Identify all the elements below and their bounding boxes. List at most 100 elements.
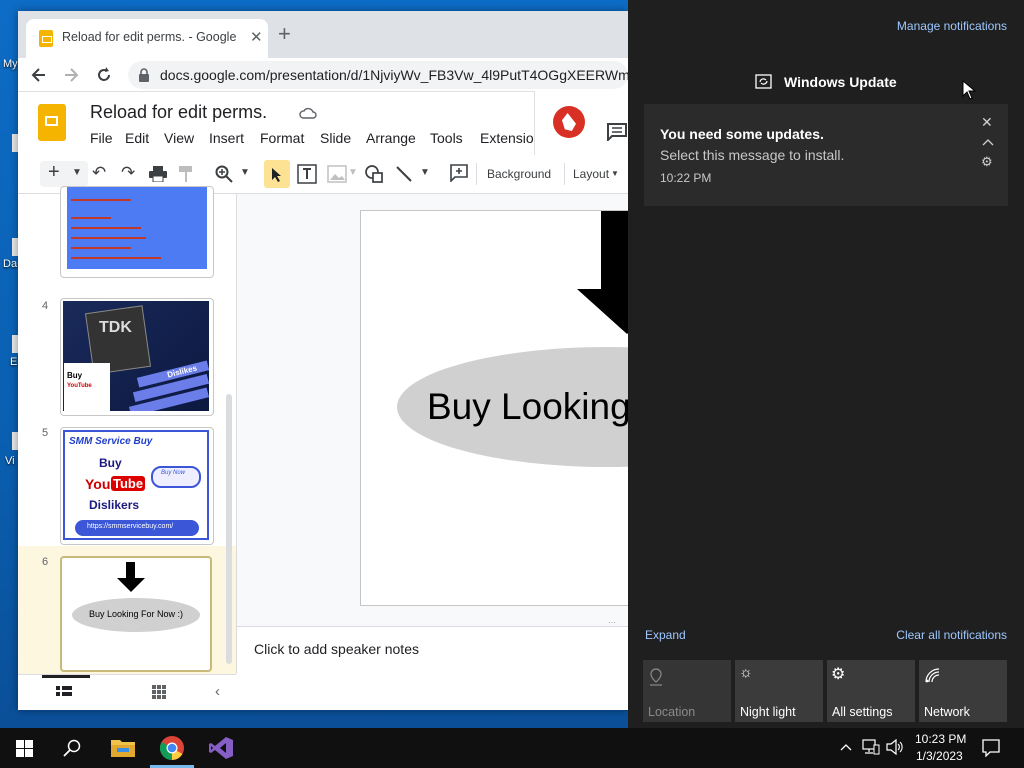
paint-format-icon[interactable] [178, 165, 194, 183]
background-button[interactable]: Background [487, 167, 551, 181]
back-icon[interactable] [30, 66, 48, 84]
image-dropdown-icon[interactable]: ▼ [348, 167, 358, 178]
collapse-panel-icon[interactable]: ‹ [215, 683, 220, 700]
chevron-down-icon: ▼ [72, 167, 82, 178]
menu-view[interactable]: View [164, 130, 194, 146]
lock-icon[interactable] [138, 68, 150, 82]
browser-toolbar: docs.google.com/presentation/d/1NjviyWv_… [18, 58, 628, 92]
gear-icon: ⚙ [831, 666, 846, 683]
new-slide-button[interactable]: + ▼ [40, 161, 88, 187]
clear-all-notifications-link[interactable]: Clear all notifications [896, 628, 1007, 642]
forward-icon[interactable] [62, 66, 80, 84]
desktop-icon-label[interactable]: My [3, 58, 18, 70]
slide-arrow-head [577, 289, 628, 334]
text-box-icon[interactable] [297, 164, 317, 184]
quick-action-location[interactable]: Location [643, 660, 731, 722]
clock-date[interactable]: 1/3/2023 [916, 749, 963, 763]
menu-edit[interactable]: Edit [125, 130, 149, 146]
slide-number: 5 [42, 427, 49, 439]
network-icon [925, 668, 940, 683]
volume-icon[interactable] [886, 739, 904, 755]
desktop-icon-label[interactable]: Vi [5, 455, 15, 467]
slide-thumbnail-6[interactable]: Buy Looking For Now :) [60, 556, 212, 672]
slide-main-text[interactable]: Buy Looking [427, 386, 628, 428]
reload-icon[interactable] [95, 66, 113, 84]
layout-button[interactable]: Layout [573, 167, 609, 181]
cloud-saved-icon[interactable] [299, 106, 317, 120]
print-icon[interactable] [149, 166, 167, 182]
slide-number: 6 [42, 556, 49, 568]
address-bar[interactable]: docs.google.com/presentation/d/1NjviyWv_… [128, 61, 628, 89]
menu-arrange[interactable]: Arrange [366, 130, 416, 146]
slide-3-preview [67, 187, 207, 269]
expand-quick-actions-link[interactable]: Expand [645, 628, 686, 642]
select-tool-button[interactable] [264, 160, 290, 188]
network-tray-icon[interactable] [862, 739, 880, 755]
notification-title: You need some updates. [660, 126, 824, 142]
menu-file[interactable]: File [90, 130, 113, 146]
speaker-notes-area[interactable]: Click to add speaker notes [237, 627, 628, 710]
tab-close-icon[interactable]: ✕ [250, 28, 263, 46]
collapse-notification-icon[interactable] [982, 138, 994, 146]
grid-view-icon[interactable] [152, 685, 166, 699]
slide-4-preview: TDK Buy YouTube Dislikes [63, 301, 209, 411]
mouse-cursor-icon [962, 80, 976, 100]
shape-icon[interactable] [364, 164, 384, 184]
action-center-panel: Manage notifications Windows Update You … [628, 0, 1024, 728]
slide-thumbnail-4[interactable]: TDK Buy YouTube Dislikes [60, 298, 214, 416]
menu-format[interactable]: Format [260, 130, 304, 146]
menu-slide[interactable]: Slide [320, 130, 351, 146]
filmstrip-view-icon[interactable] [56, 686, 72, 700]
add-comment-icon[interactable] [450, 164, 468, 182]
desktop-icon-label[interactable]: E [10, 356, 17, 368]
quick-action-all-settings[interactable]: ⚙ All settings [827, 660, 915, 722]
header-right-area [534, 91, 628, 155]
menu-insert[interactable]: Insert [209, 130, 244, 146]
slide-thumbnail-3[interactable] [60, 186, 214, 278]
slide-6-arrow-head [117, 578, 145, 592]
windows-start-icon[interactable] [16, 740, 33, 757]
desktop-icon-label[interactable]: Da [3, 258, 17, 270]
chrome-icon[interactable] [160, 736, 184, 760]
document-title[interactable]: Reload for edit perms. [90, 102, 267, 123]
action-center-icon[interactable] [982, 739, 1000, 757]
tab-title: Reload for edit perms. - Google Slides [62, 30, 237, 44]
quick-action-label: All settings [832, 705, 893, 719]
speaker-notes-placeholder: Click to add speaker notes [254, 641, 419, 657]
image-icon[interactable] [327, 165, 347, 183]
search-icon[interactable] [63, 739, 81, 757]
show-hidden-icons-chevron-up-icon[interactable] [840, 743, 852, 751]
slide-arrow-shaft [601, 211, 628, 289]
new-tab-icon[interactable]: + [278, 23, 291, 45]
slides-logo-icon[interactable] [38, 104, 66, 141]
notes-resize-handle[interactable]: ⋯ [608, 618, 616, 627]
comments-icon[interactable] [607, 123, 627, 141]
menu-tools[interactable]: Tools [430, 130, 463, 146]
slide-6-text: Buy Looking For Now :) [88, 609, 184, 619]
windows-update-icon [755, 74, 772, 89]
extension-avatar-icon[interactable] [553, 106, 585, 138]
zoom-icon[interactable] [215, 165, 233, 183]
url-text[interactable]: docs.google.com/presentation/d/1NjviyWv_… [160, 67, 628, 83]
dismiss-notification-icon[interactable]: ✕ [981, 114, 993, 131]
manage-notifications-link[interactable]: Manage notifications [897, 19, 1007, 33]
main-slide[interactable]: Buy Looking [360, 210, 628, 606]
undo-icon[interactable]: ↶ [92, 163, 106, 183]
cursor-icon [272, 168, 281, 182]
redo-icon[interactable]: ↷ [121, 163, 135, 183]
filmstrip-scrollbar[interactable] [226, 394, 232, 664]
line-dropdown-icon[interactable]: ▼ [420, 167, 430, 178]
notification-settings-icon[interactable]: ⚙ [981, 154, 993, 170]
layout-dropdown-icon[interactable]: ▼ [611, 169, 619, 178]
visual-studio-icon[interactable] [208, 736, 234, 760]
line-icon[interactable] [395, 165, 413, 183]
clock-time[interactable]: 10:23 PM [915, 732, 966, 746]
zoom-dropdown-icon[interactable]: ▼ [240, 167, 250, 178]
slide-5-you: You [85, 476, 111, 492]
browser-tab[interactable]: Reload for edit perms. - Google Slides ✕ [26, 19, 268, 58]
quick-action-night-light[interactable]: ☼ Night light [735, 660, 823, 722]
update-notification[interactable]: You need some updates. Select this messa… [644, 104, 1008, 206]
slide-thumbnail-5[interactable]: SMM Service Buy Buy You Tube Buy Now Dis… [60, 427, 214, 545]
quick-action-network[interactable]: Network [919, 660, 1007, 722]
file-explorer-icon[interactable] [111, 737, 135, 757]
